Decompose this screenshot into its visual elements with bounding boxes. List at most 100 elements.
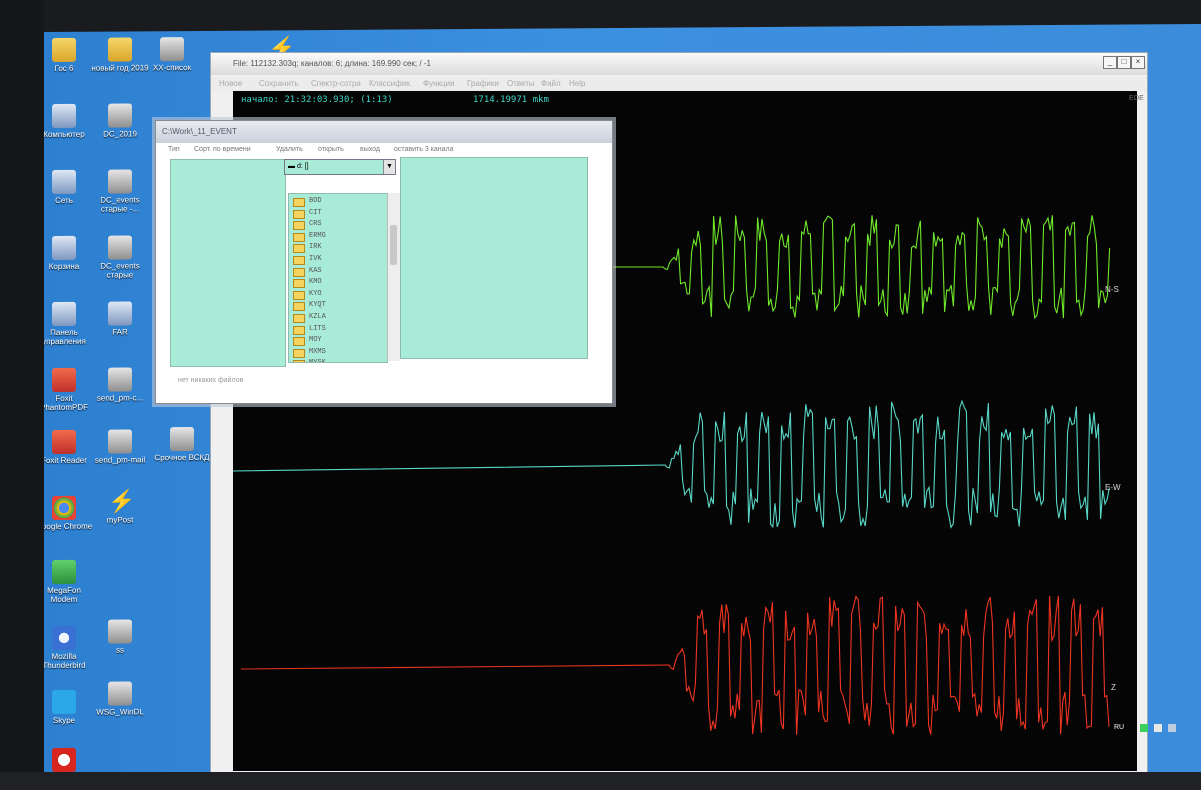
menu-item[interactable]: Новое <box>219 79 242 88</box>
desktop-icon[interactable]: ss <box>89 619 151 655</box>
file-list-pane[interactable] <box>170 159 286 367</box>
desktop-icon-label: Корзина <box>48 261 80 272</box>
folder-name: KYQT <box>309 301 326 310</box>
menu-item[interactable]: Ответы <box>507 79 535 88</box>
folder-name: MOY <box>309 336 322 345</box>
menu-item[interactable]: Функции <box>423 79 455 88</box>
scrollbar-thumb[interactable] <box>390 225 397 265</box>
menu-item[interactable]: Файл <box>541 79 561 88</box>
dialog-titlebar[interactable]: C:\Work\_11_EVENT <box>156 121 612 143</box>
desktop-icon[interactable]: send_pm-mail <box>89 429 151 465</box>
desktop-icon[interactable]: FAR <box>89 301 151 337</box>
maximize-button[interactable]: □ <box>1117 56 1131 69</box>
close-button[interactable]: × <box>1131 56 1145 69</box>
app-icon <box>170 426 194 452</box>
menu-item[interactable]: Спектр-сотра <box>311 79 361 88</box>
dialog-menu-item[interactable]: оставить 3 канала <box>394 146 454 153</box>
folder-icon <box>108 37 132 62</box>
skype-icon <box>52 689 76 714</box>
drive-select[interactable]: ▬ d: [] ▼ <box>284 159 396 175</box>
folder-list[interactable]: BOD CIT CRS ERMG IRK IVK KAS KMO KYO KYQT KZLA LITS… <box>288 193 388 363</box>
app-icon <box>108 619 132 644</box>
desktop-icon[interactable]: Срочное ВСКД <box>151 426 213 463</box>
folder-name: KYO <box>309 289 322 298</box>
folder-name: ERMG <box>309 231 326 240</box>
chevron-down-icon[interactable]: ▼ <box>383 160 395 174</box>
desktop-icon[interactable]: DC_2019 <box>89 103 151 139</box>
app-icon <box>108 429 132 454</box>
desktop-icon-label: MegaFon Modem <box>47 585 81 604</box>
opera-icon <box>52 747 76 772</box>
folder-name: BOD <box>309 197 322 205</box>
desktop-icon-label: Skype <box>52 715 76 725</box>
folder-name: KMO <box>309 278 322 287</box>
folder-icon <box>293 256 305 265</box>
chrome-icon <box>52 495 76 520</box>
trace-ns <box>613 215 1111 320</box>
desktop-icon-label: Foxit PhantomPDF <box>39 393 89 413</box>
folder-icon <box>293 221 305 231</box>
desktop-icon[interactable]: DC_events старые -... <box>89 169 151 214</box>
computer-icon <box>52 103 76 128</box>
folder-icon <box>293 267 305 277</box>
folder-name: IRK <box>309 243 322 252</box>
menu-item[interactable]: Классифик. <box>369 79 412 88</box>
foxit-icon <box>52 367 76 392</box>
desktop-icon-label: send_pm-c... <box>96 393 144 403</box>
folder-icon <box>293 279 305 289</box>
folder-icon <box>293 232 305 242</box>
main-window-title: File: 112132.303q; каналов: 6; длина: 16… <box>233 59 431 68</box>
dialog-status-text: нет никаких файлов <box>178 377 244 384</box>
main-titlebar[interactable]: File: 112132.303q; каналов: 6; длина: 16… <box>211 53 1147 75</box>
dialog-menu-item[interactable]: Удалить <box>276 146 303 153</box>
desktop-icon[interactable]: DC_events старые <box>89 235 151 280</box>
system-tray: RU <box>1110 720 1198 738</box>
dialog-menu-item[interactable]: Сорт. по времени <box>194 146 251 153</box>
monitor-bezel-bottom <box>0 772 1201 790</box>
desktop-icon-label: myPost <box>106 515 134 525</box>
dialog-menu-item[interactable]: выход <box>360 146 380 153</box>
dialog-menu-item[interactable]: открыть <box>318 146 344 153</box>
folder-name: CIT <box>309 208 322 217</box>
desktop-icon-label: DC_events старые <box>100 261 140 280</box>
side-label: EOE <box>1129 95 1144 102</box>
folder-icon <box>293 302 305 312</box>
desktop-icon-label: XX-список <box>152 63 192 73</box>
menu-item[interactable]: Help <box>569 79 585 88</box>
language-indicator[interactable]: RU <box>1114 724 1124 731</box>
trace-ew <box>233 399 1110 529</box>
app-icon <box>108 169 132 194</box>
menu-item[interactable]: Графики <box>467 79 499 88</box>
folder-name: KZLA <box>309 313 326 321</box>
desktop-icon-label: ss <box>116 645 124 655</box>
menu-item[interactable]: Сохранить <box>259 79 299 88</box>
desktop-icon[interactable]: WSG_WinDL <box>89 681 151 717</box>
desktop-icon-label: DC_2019 <box>103 129 137 139</box>
start-time-readout: начало: 21:32:03.930; (1:13) <box>241 95 393 105</box>
app-icon <box>108 367 132 392</box>
desktop-icon-label: Google Chrome <box>35 521 93 532</box>
channel-list-pane[interactable] <box>400 157 588 359</box>
desktop-icon[interactable]: ⚡ myPost <box>89 488 151 525</box>
folder-name: KAS <box>309 266 322 275</box>
main-menubar: Новое Сохранить Спектр-сотра Классифик. … <box>211 77 1147 91</box>
folder-icon <box>293 209 305 219</box>
desktop-icon-label: DC_events старые -... <box>100 195 140 214</box>
desktop-icon-label: Гос 6 <box>54 63 74 73</box>
minimize-button[interactable]: _ <box>1103 56 1117 69</box>
dialog-menu-item[interactable]: Тип <box>168 146 180 153</box>
folder-icon <box>293 244 305 254</box>
network-icon <box>52 169 76 194</box>
desktop-icon-label: Срочное ВСКД <box>154 452 210 463</box>
desktop-icon[interactable]: XX-список <box>141 37 203 72</box>
file-browser-dialog: C:\Work\_11_EVENT Тип Сорт. по времени У… <box>155 120 613 404</box>
desktop-icon[interactable]: send_pm-c... <box>89 367 151 403</box>
network-tray-icon[interactable] <box>1140 724 1148 732</box>
app-icon <box>108 235 132 260</box>
volume-tray-icon[interactable] <box>1168 724 1176 732</box>
folder-name: MXMS <box>309 347 326 356</box>
desktop-icon-label: Foxit Reader <box>41 455 87 466</box>
flag-tray-icon[interactable] <box>1154 724 1162 732</box>
channel-label-ew: E-W <box>1105 483 1121 492</box>
folder-list-scrollbar[interactable] <box>387 193 400 361</box>
